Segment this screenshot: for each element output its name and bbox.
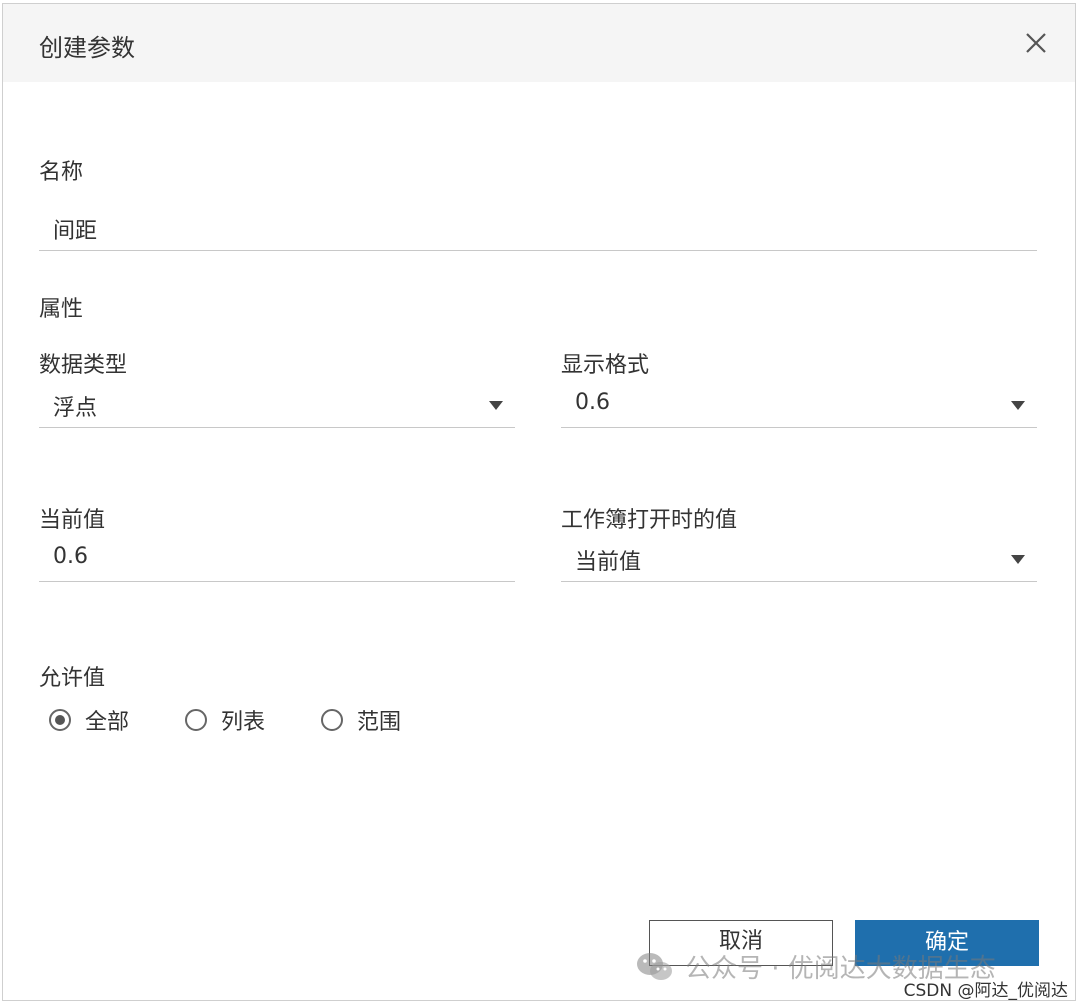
display-format-value: 0.6	[575, 390, 610, 415]
dialog-titlebar: 创建参数	[3, 4, 1075, 82]
allowable-values-radio-group: 全部 列表 范围	[49, 704, 457, 736]
wechat-icon	[637, 952, 672, 980]
radio-unchecked-icon	[185, 709, 208, 731]
allowable-values-label: 允许值	[39, 666, 106, 691]
radio-all[interactable]: 全部	[49, 704, 129, 736]
current-value-label: 当前值	[39, 508, 106, 533]
close-icon[interactable]	[1021, 28, 1051, 58]
current-value-value: 0.6	[53, 544, 88, 569]
value-when-open-label: 工作簿打开时的值	[561, 508, 738, 533]
radio-range-label: 范围	[357, 710, 402, 735]
radio-all-label: 全部	[85, 710, 130, 735]
properties-label: 属性	[39, 297, 84, 322]
value-when-open-select[interactable]: 当前值	[561, 538, 1037, 582]
radio-range[interactable]: 范围	[321, 704, 401, 736]
radio-unchecked-icon	[321, 709, 344, 731]
radio-checked-icon	[49, 709, 71, 731]
data-type-label: 数据类型	[39, 353, 128, 378]
name-input[interactable]: 间距	[39, 207, 1037, 251]
radio-list-label: 列表	[221, 710, 266, 735]
display-format-label: 显示格式	[561, 353, 650, 378]
dialog-title: 创建参数	[39, 34, 135, 62]
radio-list[interactable]: 列表	[185, 704, 265, 736]
name-input-value: 间距	[53, 219, 98, 244]
chevron-down-icon	[1011, 401, 1025, 410]
data-type-select[interactable]: 浮点	[39, 384, 515, 428]
credit-text: CSDN @阿达_优阅达	[903, 981, 1068, 1001]
create-parameter-dialog: 创建参数 名称 间距 属性 数据类型 浮点 显示格式 0.6 当前值 0.6 工…	[2, 3, 1076, 1001]
data-type-value: 浮点	[53, 396, 98, 421]
display-format-select[interactable]: 0.6	[561, 384, 1037, 428]
name-label: 名称	[39, 160, 84, 185]
chevron-down-icon	[489, 401, 503, 410]
current-value-input[interactable]: 0.6	[39, 538, 515, 582]
chevron-down-icon	[1011, 555, 1025, 564]
value-when-open-value: 当前值	[575, 550, 642, 575]
